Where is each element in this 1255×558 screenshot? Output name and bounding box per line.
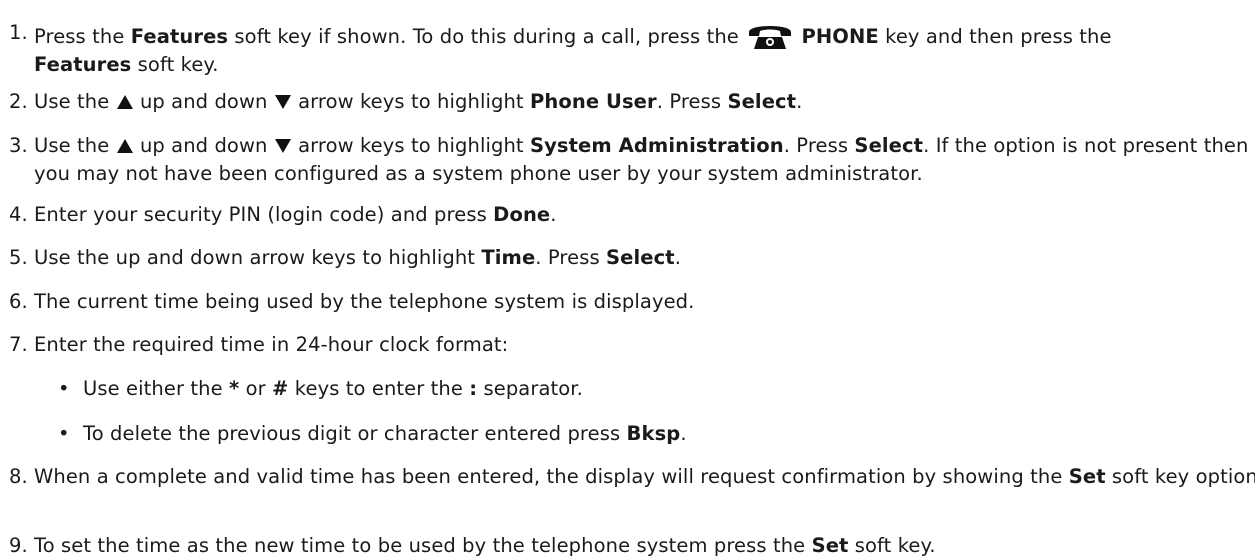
up-arrow-icon (116, 136, 134, 161)
phone-icon (745, 20, 795, 52)
bullet-list: • Use either the * or # keys to enter th… (0, 376, 1250, 401)
bullet-text: or (239, 377, 273, 400)
down-arrow-icon (274, 136, 292, 161)
bullet-keyword: * (228, 377, 240, 400)
step-number: 5. (9, 246, 28, 269)
step-text: The current time being used by the telep… (34, 290, 695, 313)
step-number: 6. (9, 290, 28, 313)
bullet-keyword: : (469, 377, 478, 400)
bullet-item: • To delete the previous digit or charac… (0, 421, 1250, 446)
step-text: Enter your security PIN (login code) and… (34, 203, 494, 226)
step-8: 8. When a complete and valid time has be… (0, 464, 1255, 489)
step-number: 9. (9, 534, 28, 557)
step-text: To set the time as the new time to be us… (34, 534, 812, 557)
step-keyword: PHONE (801, 25, 879, 48)
bullet-text: To delete the previous digit or characte… (83, 422, 627, 445)
step-keyword: Time (481, 246, 536, 269)
step-text: Use the (34, 90, 116, 113)
step-keyword: Select (727, 90, 797, 113)
step-number: 7. (9, 333, 28, 356)
step-1: 1. Press the Features soft key if shown.… (0, 20, 1255, 77)
step-4: 4. Enter your security PIN (login code) … (0, 202, 1255, 227)
step-keyword: Features (130, 25, 229, 48)
step-keyword: Select (606, 246, 675, 269)
bullet-list: • To delete the previous digit or charac… (0, 421, 1250, 446)
step-text: soft key. (848, 534, 936, 557)
step-text: . (796, 90, 803, 113)
step-number: 1. (9, 21, 28, 44)
step-number: 8. (9, 465, 28, 488)
step-text: . (550, 203, 557, 226)
step-text: Use the up and down arrow keys to highli… (34, 246, 482, 269)
step-number: 4. (9, 203, 28, 226)
step-number: 2. (9, 90, 28, 113)
step-7-bullets: • Use either the * or # keys to enter th… (0, 376, 1250, 401)
bullet-dot: • (58, 377, 70, 400)
step-5: 5. Use the up and down arrow keys to hig… (0, 245, 1255, 270)
step-7: 7. Enter the required time in 24-hour cl… (0, 332, 1255, 357)
step-text: Use the (34, 134, 116, 157)
step-text: soft key option. (1105, 465, 1255, 488)
down-arrow-icon (274, 92, 292, 117)
bullet-keyword: # (272, 377, 289, 400)
step-keyword: Phone User (529, 90, 657, 113)
step-text: soft key. (131, 53, 219, 76)
step-number: 3. (9, 134, 28, 157)
bullet-dot: • (58, 422, 70, 445)
bullet-item: • Use either the * or # keys to enter th… (0, 376, 1250, 401)
bullet-keyword: Bksp (626, 422, 681, 445)
step-keyword: Set (811, 534, 849, 557)
bullet-text: separator. (477, 377, 583, 400)
step-text: arrow keys to highlight (291, 90, 530, 113)
step-keyword: Done (493, 203, 551, 226)
step-text: . (674, 246, 681, 269)
step-keyword: Select (854, 134, 924, 157)
step-text: Press the (34, 25, 131, 48)
step-2: 2. Use the up and down arrow keys to hig… (0, 89, 1255, 117)
step-text: . Press (656, 90, 728, 113)
step-text: up and down (133, 134, 274, 157)
step-text: When a complete and valid time has been … (34, 465, 1069, 488)
step-3: 3. Use the up and down arrow keys to hig… (0, 133, 1255, 186)
bullet-text: . (680, 422, 687, 445)
step-text: Enter the required time in 24-hour clock… (34, 333, 509, 356)
step-9: 9. To set the time as the new time to be… (0, 533, 1255, 558)
step-text: soft key if shown. To do this during a c… (228, 25, 746, 48)
step-keyword: Features (34, 53, 132, 76)
step-text: key and then press the (878, 25, 1112, 48)
step-keyword: Set (1068, 465, 1106, 488)
step-text: up and down (133, 90, 274, 113)
bullet-text: keys to enter the (288, 377, 470, 400)
bullet-text: Use either the (83, 377, 229, 400)
step-7-bullets-2: • To delete the previous digit or charac… (0, 421, 1250, 446)
step-6: 6. The current time being used by the te… (0, 289, 1255, 314)
step-keyword: System Administration (529, 134, 784, 157)
step-text: arrow keys to highlight (291, 134, 530, 157)
step-text: . Press (535, 246, 607, 269)
up-arrow-icon (116, 92, 134, 117)
step-text: . Press (783, 134, 855, 157)
